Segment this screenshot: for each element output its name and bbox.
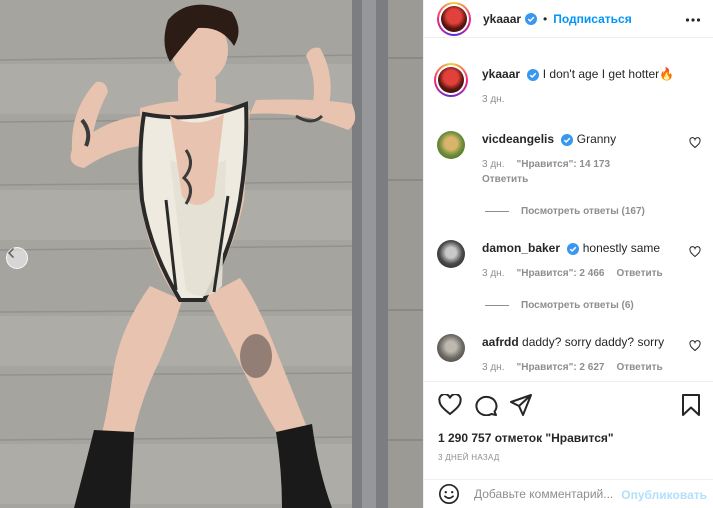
- emoji-icon[interactable]: [438, 483, 460, 505]
- instagram-post: ykaaar • Подписаться ykaaar I don't age …: [0, 0, 713, 508]
- comment-text: Granny: [576, 132, 617, 146]
- header-separator: •: [543, 11, 548, 26]
- caption-time[interactable]: 3 дн.: [482, 94, 504, 105]
- view-replies-button[interactable]: Посмотреть ответы (167): [485, 206, 645, 217]
- chevron-left-icon: [7, 248, 14, 258]
- comment-likes[interactable]: "Нравится": 14 173: [516, 159, 610, 170]
- heart-icon[interactable]: [438, 394, 462, 416]
- heart-icon[interactable]: [689, 137, 701, 149]
- commenter-username[interactable]: damon_baker: [482, 241, 560, 255]
- comments-list[interactable]: ykaaar I don't age I get hotter🔥 3 дн. v…: [424, 39, 713, 381]
- bookmark-icon[interactable]: [681, 394, 701, 416]
- commenter-avatar[interactable]: [437, 131, 465, 159]
- verified-badge-icon: [561, 133, 574, 146]
- comment-item: vicdeangelis Granny 3 дн. "Нравится": 14…: [437, 131, 705, 185]
- post-timestamp[interactable]: 3 ДНЕЙ НАЗАД: [438, 453, 500, 462]
- caption-avatar[interactable]: [434, 63, 468, 97]
- comment-likes[interactable]: "Нравится": 2 627: [516, 362, 604, 373]
- post-side-panel: ykaaar • Подписаться ykaaar I don't age …: [423, 0, 713, 508]
- author-username[interactable]: ykaaar: [483, 12, 521, 26]
- comment-text: daddy? sorry daddy? sorry: [522, 335, 665, 349]
- reply-button[interactable]: Ответить: [482, 174, 705, 185]
- post-actions: [424, 381, 713, 427]
- verified-badge-icon: [525, 12, 538, 25]
- reply-button[interactable]: Ответить: [616, 268, 662, 279]
- comment-time[interactable]: 3 дн.: [482, 362, 504, 373]
- comment-text: honestly same: [582, 241, 661, 255]
- commenter-avatar[interactable]: [437, 240, 465, 268]
- author-avatar[interactable]: [437, 1, 471, 36]
- commenter-username[interactable]: aafrdd: [482, 335, 519, 349]
- caption-username[interactable]: ykaaar: [482, 67, 520, 81]
- heart-icon[interactable]: [689, 246, 701, 258]
- comment-icon[interactable]: [474, 394, 498, 416]
- verified-badge-icon: [527, 68, 540, 81]
- follow-button[interactable]: Подписаться: [553, 12, 631, 26]
- post-photo[interactable]: [0, 0, 423, 508]
- comment-likes[interactable]: "Нравится": 2 466: [516, 268, 604, 279]
- publish-button[interactable]: Опубликовать: [621, 488, 707, 502]
- reply-button[interactable]: Ответить: [616, 362, 662, 373]
- share-icon[interactable]: [510, 394, 532, 416]
- comment-time[interactable]: 3 дн.: [482, 268, 504, 279]
- more-horizontal-icon[interactable]: [685, 12, 701, 28]
- comment-item: damon_baker honestly same 3 дн. "Нравитс…: [437, 240, 705, 279]
- comment-input[interactable]: [474, 487, 624, 501]
- post-photo-image: [0, 0, 423, 508]
- comment-time[interactable]: 3 дн.: [482, 159, 504, 170]
- commenter-avatar[interactable]: [437, 334, 465, 362]
- view-replies-label: Посмотреть ответы (167): [521, 206, 645, 217]
- likes-count[interactable]: 1 290 757 отметок "Нравится": [438, 431, 614, 445]
- commenter-username[interactable]: vicdeangelis: [482, 132, 554, 146]
- carousel-prev-button[interactable]: [6, 247, 28, 269]
- post-header: ykaaar • Подписаться: [424, 0, 713, 38]
- view-replies-label: Посмотреть ответы (6): [521, 300, 634, 311]
- caption-text: I don't age I get hotter🔥: [542, 67, 675, 81]
- heart-icon[interactable]: [689, 340, 701, 352]
- view-replies-button[interactable]: Посмотреть ответы (6): [485, 300, 634, 311]
- caption-comment: ykaaar I don't age I get hotter🔥 3 дн.: [434, 63, 705, 105]
- add-comment-bar: Опубликовать: [424, 479, 713, 508]
- comment-item: aafrdd daddy? sorry daddy? sorry 3 дн. "…: [437, 334, 705, 373]
- verified-badge-icon: [567, 242, 580, 255]
